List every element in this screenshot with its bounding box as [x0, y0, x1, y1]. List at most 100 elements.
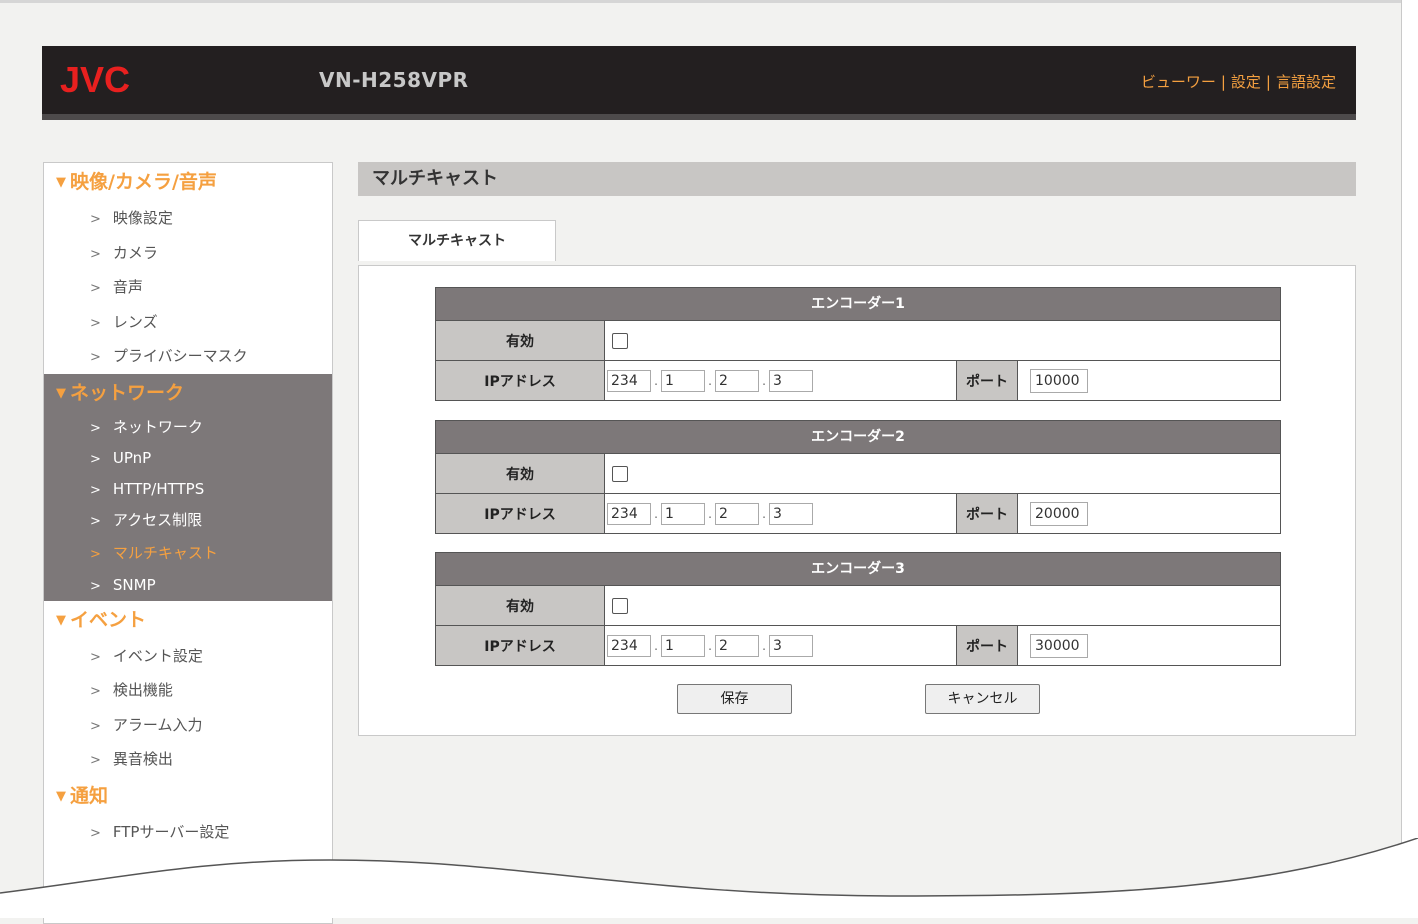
- ip-octet-3[interactable]: 2: [715, 634, 759, 657]
- port-label: ポート: [957, 626, 1018, 665]
- enabled-checkbox[interactable]: [612, 465, 628, 482]
- ip-octet-3[interactable]: 2: [715, 369, 759, 392]
- top-navigation: ビューワー | 設定 | 言語設定: [1141, 71, 1336, 92]
- sidebar-item-upnp[interactable]: > UPnP: [44, 443, 332, 474]
- enabled-label: 有効: [436, 586, 605, 625]
- ip-address-label: IPアドレス: [436, 494, 605, 533]
- page-title: マルチキャスト: [358, 162, 1356, 196]
- chevron-right-icon: >: [90, 315, 101, 331]
- chevron-right-icon: >: [90, 482, 101, 498]
- sidebar-item-camera[interactable]: > カメラ: [44, 236, 332, 271]
- sidebar-item-label: ネットワーク: [112, 417, 203, 436]
- tab-multicast[interactable]: マルチキャスト: [358, 220, 556, 261]
- chevron-right-icon: >: [90, 546, 101, 562]
- sidebar-item-label: イベント設定: [112, 646, 203, 665]
- sidebar-item-label: レンズ: [112, 312, 158, 331]
- sidebar-item-video-settings[interactable]: > 映像設定: [44, 201, 332, 236]
- port-input[interactable]: 20000: [1030, 501, 1088, 526]
- sidebar-item-snmp[interactable]: > SNMP: [44, 570, 332, 601]
- ip-octet-2[interactable]: 1: [661, 369, 705, 392]
- sidebar-item-label: 検出機能: [112, 681, 173, 699]
- sidebar-item-label: カメラ: [112, 243, 158, 262]
- encoder-header: エンコーダー2: [436, 421, 1280, 453]
- group-title-label: 通知: [70, 784, 109, 807]
- ip-octet-2[interactable]: 1: [661, 634, 705, 657]
- enabled-label: 有効: [436, 321, 605, 360]
- sidebar-item-privacy-mask[interactable]: > プライバシーマスク: [44, 339, 332, 374]
- ip-octet-2[interactable]: 1: [661, 502, 705, 525]
- enabled-checkbox[interactable]: [612, 597, 628, 614]
- group-title[interactable]: ▼ 映像/カメラ/音声: [44, 163, 332, 201]
- ip-dot: .: [762, 506, 766, 521]
- enabled-checkbox[interactable]: [612, 332, 628, 349]
- sidebar-item-label: SNMP: [112, 575, 156, 594]
- nav-separator: |: [1220, 73, 1226, 91]
- group-title[interactable]: ▼ イベント: [44, 601, 332, 639]
- sidebar-item-multicast[interactable]: > マルチキャスト: [44, 536, 332, 570]
- group-video-camera-audio: ▼ 映像/カメラ/音声 > 映像設定 > カメラ > 音声 > レンズ > プライバシーマス…: [44, 163, 332, 374]
- sidebar-item-http-https[interactable]: > HTTP/HTTPS: [44, 474, 332, 505]
- save-button[interactable]: 保存: [677, 684, 792, 714]
- chevron-right-icon: >: [90, 451, 101, 467]
- group-title-label: ネットワーク: [70, 381, 185, 404]
- group-title[interactable]: ▼ ネットワーク: [44, 374, 332, 412]
- sidebar-item-audio[interactable]: > 音声: [44, 270, 332, 305]
- sidebar-item-label: HTTP/HTTPS: [112, 479, 205, 498]
- svg-text:JVC: JVC: [60, 60, 130, 100]
- triangle-down-icon: ▼: [56, 385, 66, 401]
- chevron-right-icon: >: [90, 578, 101, 594]
- sidebar-item-access-control[interactable]: > アクセス制限: [44, 505, 332, 536]
- ip-address-label: IPアドレス: [436, 361, 605, 400]
- chevron-right-icon: >: [90, 513, 101, 529]
- triangle-down-icon: ▼: [56, 788, 66, 804]
- chevron-right-icon: >: [90, 350, 101, 365]
- group-title[interactable]: ▼ 通知: [44, 777, 332, 815]
- settings-link[interactable]: 設定: [1231, 73, 1261, 91]
- ip-dot: .: [654, 506, 658, 521]
- ip-octet-4[interactable]: 3: [769, 502, 813, 525]
- sidebar-item-label: 異音検出: [112, 750, 173, 768]
- enabled-row: 有効: [436, 585, 1280, 625]
- ip-octet-4[interactable]: 3: [769, 369, 813, 392]
- chevron-right-icon: >: [90, 212, 101, 227]
- sidebar-item-label: アラーム入力: [112, 715, 203, 734]
- language-link[interactable]: 言語設定: [1276, 73, 1336, 91]
- group-network: ▼ ネットワーク > ネットワーク > UPnP > HTTP/HTTPS > アクセス制…: [44, 373, 332, 601]
- encoder-1-section: エンコーダー1 有効 IPアドレス 234. 1. 2. 3 ポート 10000: [435, 287, 1281, 401]
- encoder-3-section: エンコーダー3 有効 IPアドレス 234. 1. 2. 3 ポート 30000: [435, 552, 1281, 666]
- ip-row: IPアドレス 234. 1. 2. 3 ポート 10000: [436, 360, 1280, 400]
- ip-octet-1[interactable]: 234: [607, 369, 651, 392]
- triangle-down-icon: ▼: [56, 612, 66, 628]
- chevron-right-icon: >: [90, 281, 101, 296]
- sidebar-item-detection[interactable]: > 検出機能: [44, 673, 332, 708]
- ip-row: IPアドレス 234. 1. 2. 3 ポート 20000: [436, 493, 1280, 533]
- sidebar-item-label: マルチキャスト: [112, 543, 218, 562]
- port-input[interactable]: 30000: [1030, 633, 1088, 658]
- ip-octet-4[interactable]: 3: [769, 634, 813, 657]
- sidebar: ▼ 映像/カメラ/音声 > 映像設定 > カメラ > 音声 > レンズ > プライバシーマス…: [43, 162, 333, 924]
- sidebar-item-alarm-input[interactable]: > アラーム入力: [44, 708, 332, 743]
- chevron-right-icon: >: [90, 753, 101, 768]
- ip-octet-1[interactable]: 234: [607, 502, 651, 525]
- sidebar-item-audio-detection[interactable]: > 異音検出: [44, 742, 332, 777]
- ip-octet-3[interactable]: 2: [715, 502, 759, 525]
- ip-dot: .: [654, 638, 658, 653]
- sidebar-item-label: UPnP: [112, 448, 152, 467]
- camera-model: VN-H258VPR: [319, 68, 469, 92]
- port-input[interactable]: 10000: [1030, 368, 1088, 393]
- sidebar-item-event-settings[interactable]: > イベント設定: [44, 639, 332, 674]
- torn-edge-decoration: [0, 838, 1418, 918]
- ip-octet-1[interactable]: 234: [607, 634, 651, 657]
- viewer-link[interactable]: ビューワー: [1141, 73, 1216, 91]
- group-event: ▼ イベント > イベント設定 > 検出機能 > アラーム入力 > 異音検出: [44, 601, 332, 777]
- sidebar-item-network[interactable]: > ネットワーク: [44, 412, 332, 443]
- ip-dot: .: [708, 638, 712, 653]
- chevron-right-icon: >: [90, 718, 101, 734]
- cancel-button[interactable]: キャンセル: [925, 684, 1040, 714]
- sidebar-item-label: アクセス制限: [112, 510, 203, 529]
- multicast-panel: エンコーダー1 有効 IPアドレス 234. 1. 2. 3 ポート 10000…: [358, 265, 1356, 736]
- encoder-header: エンコーダー3: [436, 553, 1280, 585]
- group-title-label: イベント: [70, 608, 147, 631]
- sidebar-item-lens[interactable]: > レンズ: [44, 305, 332, 340]
- ip-dot: .: [762, 638, 766, 653]
